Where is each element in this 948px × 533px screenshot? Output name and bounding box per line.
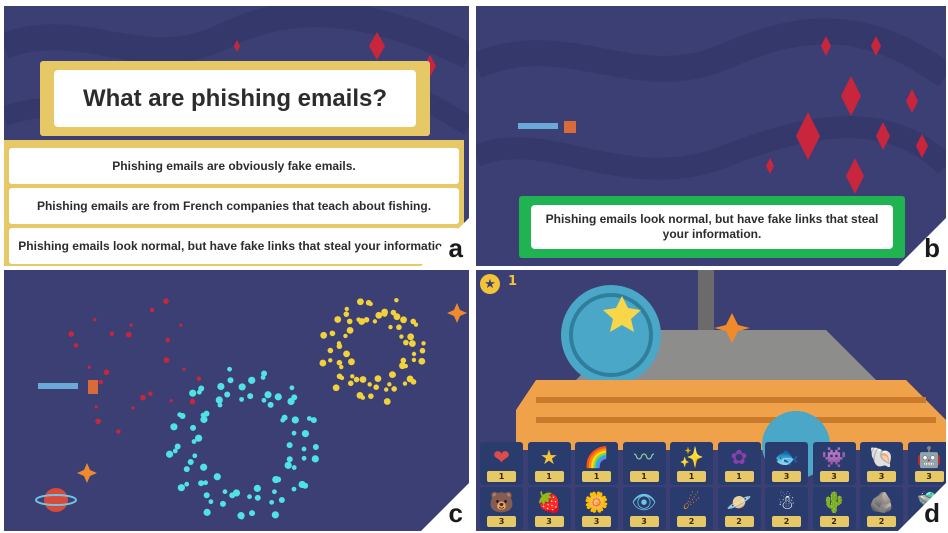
sticker-count: 1 (677, 471, 706, 482)
sticker-tile[interactable]: 🤖 3 (907, 442, 946, 485)
sticker-count: 2 (867, 516, 896, 527)
sparkles-icon: ✨ (679, 445, 704, 469)
space-background (4, 270, 469, 531)
robot-icon: 🤖 (916, 445, 942, 469)
sticker-count: 3 (867, 471, 896, 482)
planet-icon: 🪐 (726, 490, 752, 514)
sticker-tile[interactable]: 🪨 2 (860, 487, 903, 530)
sticker-tile[interactable]: 〰 1 (622, 442, 666, 485)
alien-icon: 👾 (821, 445, 847, 469)
sticker-tile[interactable]: 🌈 1 (575, 442, 618, 485)
heart-icon: ❤ (493, 445, 510, 469)
sticker-tile[interactable]: 👾 3 (812, 442, 856, 485)
comet-icon: ☄ (682, 490, 701, 514)
sunflower-icon: 🌼 (584, 490, 609, 514)
sticker-count: 3 (582, 516, 611, 527)
sticker-count: 2 (724, 516, 754, 527)
flower-icon: ✿ (730, 445, 748, 469)
star-counter: 1 (508, 274, 518, 289)
star-counter-icon: ★ (480, 274, 500, 294)
panel-d-sticker-collection: ★ 1 ❤ 1 ★ 1 🌈 1 〰 1 ✨ 1 ✿ 1 🐟 3 👾 3 🐚 3 🤖 3 🐻 3 🍓 3 🌼 3 👁 3 ☄ 2 🪐 2 ☃ 2 🌵 2… (476, 270, 946, 531)
sticker-count: 2 (677, 516, 706, 527)
sticker-count: 3 (487, 516, 516, 527)
correct-answer-text: Phishing emails look normal, but have fa… (531, 205, 893, 249)
sticker-tile[interactable]: 🌵 2 (812, 487, 856, 530)
sticker-count: 3 (819, 471, 849, 482)
fish-icon: 🐟 (774, 445, 799, 469)
sticker-count: 3 (534, 516, 564, 527)
correct-answer-card: Phishing emails look normal, but have fa… (519, 196, 905, 258)
rock-icon: 🪨 (869, 490, 894, 514)
sticker-tile[interactable]: 🌼 3 (575, 487, 618, 530)
snowman-icon: ☃ (777, 490, 796, 514)
strawberry-icon: 🍓 (536, 490, 562, 514)
sticker-tile[interactable]: 🪐 2 (717, 487, 761, 530)
answer-option-1[interactable]: Phishing emails are obviously fake email… (9, 148, 459, 184)
sticker-tile[interactable]: ☃ 2 (765, 487, 808, 530)
sticker-count: 1 (582, 471, 611, 482)
sticker-tile[interactable]: ☄ 2 (670, 487, 713, 530)
sticker-tile[interactable]: ✿ 1 (717, 442, 761, 485)
sticker-tile[interactable]: ✨ 1 (670, 442, 713, 485)
sticker-count: 1 (487, 471, 516, 482)
question-card: What are phishing emails? (40, 61, 430, 136)
sticker-count: 3 (772, 471, 801, 482)
sticker-tile[interactable]: 👁 3 (622, 487, 666, 530)
panel-label: d (924, 498, 940, 528)
question-text: What are phishing emails? (54, 70, 416, 127)
eye-ball-icon: 👁 (631, 490, 657, 514)
sticker-tile[interactable]: ❤ 1 (480, 442, 523, 485)
cactus-icon: 🌵 (821, 490, 847, 514)
mustache-icon: 〰 (634, 445, 654, 469)
star-icon: ★ (540, 445, 558, 469)
sticker-count: 1 (534, 471, 564, 482)
shell-icon: 🐚 (869, 445, 894, 469)
sticker-count: 1 (629, 471, 659, 482)
sticker-count: 2 (819, 516, 849, 527)
panel-label: c (448, 498, 463, 528)
sticker-tile[interactable]: 🍓 3 (527, 487, 571, 530)
sticker-count: 3 (629, 516, 659, 527)
panel-a-quiz: What are phishing emails? Phishing email… (4, 6, 469, 266)
figure-grid: What are phishing emails? Phishing email… (0, 0, 948, 533)
sticker-tile[interactable]: 🐚 3 (860, 442, 903, 485)
sticker-count: 1 (724, 471, 754, 482)
sticker-tile[interactable]: ★ 1 (527, 442, 571, 485)
sticker-tile[interactable]: 🐟 3 (765, 442, 808, 485)
panel-label: a (448, 233, 463, 263)
answer-option-3[interactable]: Phishing emails look normal, but have fa… (9, 228, 459, 264)
answer-option-2[interactable]: Phishing emails are from French companie… (9, 188, 459, 224)
answer-list: Phishing emails are obviously fake email… (4, 140, 464, 266)
sticker-tile[interactable]: 🐻 3 (480, 487, 523, 530)
bear-icon: 🐻 (489, 490, 514, 514)
panel-c-fireworks: c (4, 270, 469, 531)
rainbow-icon: 🌈 (584, 445, 609, 469)
panel-label: b (924, 233, 940, 263)
panel-b-correct-answer: Phishing emails look normal, but have fa… (476, 6, 946, 266)
sticker-count: 2 (772, 516, 801, 527)
sticker-count: 3 (914, 471, 944, 482)
